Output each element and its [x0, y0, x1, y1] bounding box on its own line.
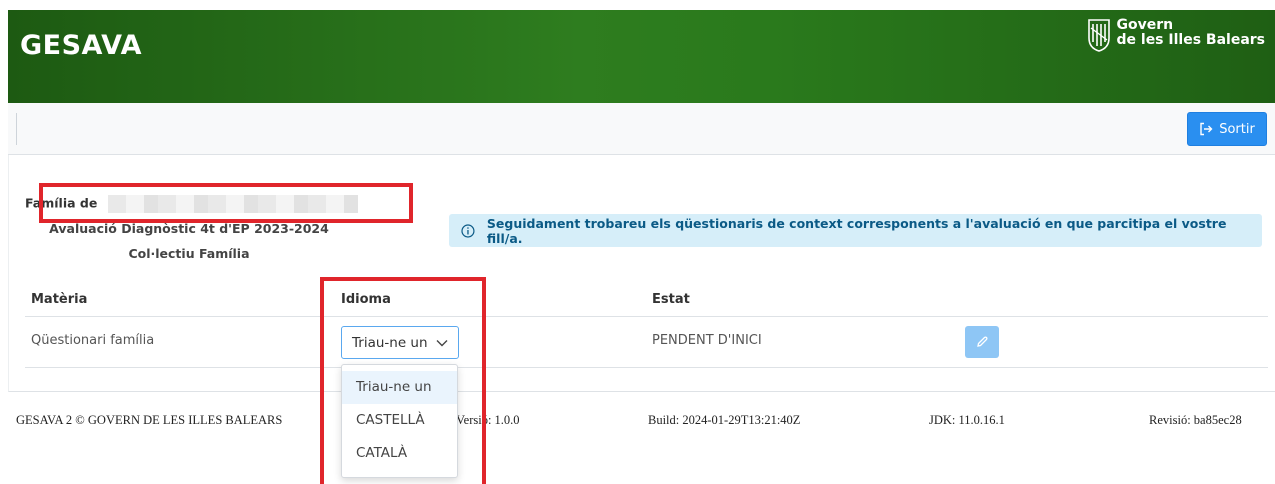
status-cell: PENDENT D'INICI: [652, 333, 762, 348]
app-header: GESAVA Govern de les Illes Balears: [8, 10, 1275, 103]
header-language: Idioma: [341, 292, 391, 307]
evaluation-title: Avaluació Diagnòstic 4t d'EP 2023-2024: [49, 221, 329, 236]
family-label: Família de: [25, 195, 98, 211]
table-row: Qüestionari família Triau-ne un PENDENT …: [25, 317, 1268, 368]
table-header: Matèria Idioma Estat: [25, 283, 1268, 317]
dropdown-option[interactable]: CATALÀ: [342, 437, 457, 470]
footer-version: Versió: 1.0.0: [456, 413, 520, 427]
family-info: Família de Avaluació Diagnòstic 4t d'EP …: [25, 195, 365, 261]
dropdown-option[interactable]: CASTELLÀ: [342, 404, 457, 437]
footer-revision: Revisió: ba85ec28: [1149, 413, 1242, 427]
edit-button[interactable]: [965, 326, 999, 358]
language-select[interactable]: Triau-ne un: [341, 326, 459, 359]
dropdown-option[interactable]: Triau-ne un: [342, 371, 457, 404]
gov-name-line1: Govern: [1116, 17, 1174, 33]
footer-jdk: JDK: 11.0.16.1: [929, 413, 1005, 427]
redacted-family-name: [107, 195, 358, 213]
chevron-down-icon: [436, 339, 448, 346]
info-message: Seguidament trobareu els qüestionaris de…: [486, 215, 1227, 246]
header-subject: Matèria: [31, 292, 88, 307]
info-icon: [461, 223, 475, 238]
gov-name-line2: de les Illes Balears: [1116, 32, 1266, 48]
language-dropdown: Triau-ne un CASTELLÀ CATALÀ: [341, 364, 458, 478]
logout-label: Sortir: [1219, 121, 1255, 137]
language-select-value: Triau-ne un: [352, 334, 428, 351]
government-logo: Govern de les Illes Balears: [1087, 17, 1266, 52]
info-alert: Seguidament trobareu els qüestionaris de…: [449, 214, 1262, 247]
main-card: Família de Avaluació Diagnòstic 4t d'EP …: [8, 155, 1275, 392]
toolbar: Sortir: [8, 103, 1275, 155]
pencil-icon: [977, 336, 988, 347]
collective-label: Col·lectiu Família: [128, 246, 250, 261]
header-status: Estat: [652, 292, 690, 307]
footer-build: Build: 2024-01-29T13:21:40Z: [648, 413, 801, 427]
app-title: GESAVA: [20, 30, 143, 61]
logout-button[interactable]: Sortir: [1187, 112, 1267, 146]
toolbar-divider: [16, 113, 17, 145]
footer-copyright: GESAVA 2 © GOVERN DE LES ILLES BALEARS: [16, 413, 283, 427]
coat-of-arms-icon: [1087, 19, 1110, 52]
subject-cell: Qüestionari família: [31, 333, 155, 348]
page-footer: GESAVA 2 © GOVERN DE LES ILLES BALEARS V…: [8, 413, 1275, 433]
logout-icon: [1200, 122, 1213, 136]
questionnaire-table: Matèria Idioma Estat Qüestionari família…: [25, 283, 1268, 368]
